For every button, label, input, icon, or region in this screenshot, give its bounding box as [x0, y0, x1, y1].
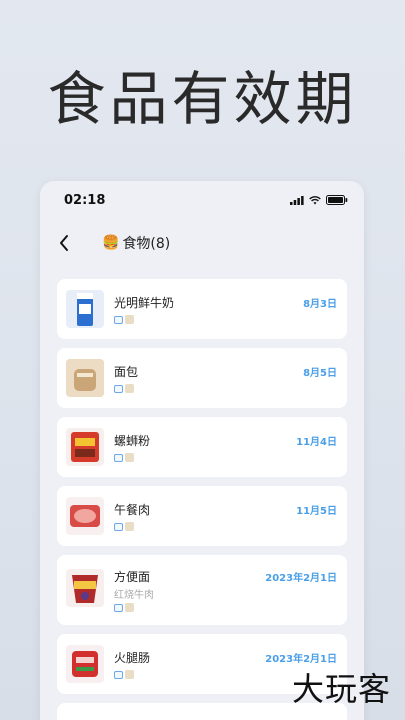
folder-icon — [114, 603, 123, 612]
expiry-date: 8月3日 — [303, 299, 337, 310]
category-icon — [125, 603, 134, 612]
food-name: 火腿肠 — [114, 651, 151, 665]
expiry-date: 11月5日 — [296, 506, 337, 517]
expiry-date: 8月5日 — [303, 368, 337, 379]
category-icon — [125, 670, 134, 679]
food-tags — [114, 384, 134, 393]
food-name: 方便面 — [114, 570, 151, 584]
folder-icon — [114, 453, 123, 462]
food-name: 螺蛳粉 — [114, 434, 151, 448]
food-tags — [114, 603, 134, 612]
instant-noodles-thumbnail — [66, 569, 104, 607]
status-time: 02:18 — [64, 192, 106, 208]
chevron-left-icon — [60, 235, 68, 251]
food-card-milk[interactable]: 光明鲜牛奶 8月3日 — [57, 279, 347, 339]
nav-bar: 🍔 食物(8) — [40, 225, 364, 261]
category-icon — [125, 453, 134, 462]
milk-thumbnail — [66, 290, 104, 328]
category-icon — [125, 315, 134, 324]
food-card-luncheon-meat[interactable]: 午餐肉 11月5日 — [57, 486, 347, 546]
food-card-instant-noodles[interactable]: 方便面 红烧牛肉 2023年2月1日 — [57, 555, 347, 625]
category-icon — [125, 384, 134, 393]
folder-icon — [114, 384, 123, 393]
food-tags — [114, 522, 134, 531]
battery-icon — [326, 195, 348, 205]
folder-icon — [114, 670, 123, 679]
food-subtitle: 红烧牛肉 — [114, 590, 154, 601]
ham-sausage-thumbnail — [66, 645, 104, 683]
watermark-logo: 大玩客 — [291, 670, 391, 708]
food-name: 光明鲜牛奶 — [114, 296, 175, 310]
page-title: 🍔 食物(8) — [102, 233, 170, 253]
expiry-date: 2023年2月1日 — [265, 654, 337, 665]
page-title-text: 食物(8) — [122, 236, 171, 252]
phone-screen: 02:18 � — [40, 181, 364, 720]
folder-icon — [114, 522, 123, 531]
signal-icon — [290, 195, 304, 205]
luosifen-thumbnail — [66, 428, 104, 466]
back-button[interactable] — [52, 231, 76, 255]
food-card-luosifen[interactable]: 螺蛳粉 11月4日 — [57, 417, 347, 477]
wifi-icon — [309, 195, 321, 204]
expiry-date: 11月4日 — [296, 437, 337, 448]
burger-icon: 🍔 — [102, 235, 120, 251]
food-name: 面包 — [114, 365, 139, 379]
food-tags — [114, 453, 134, 462]
luncheon-meat-thumbnail — [66, 497, 104, 535]
status-bar: 02:18 — [40, 181, 364, 219]
bread-thumbnail — [66, 359, 104, 397]
status-icons — [290, 195, 348, 205]
expiry-date: 2023年2月1日 — [265, 573, 337, 584]
food-tags — [114, 315, 134, 324]
folder-icon — [114, 315, 123, 324]
food-name: 午餐肉 — [114, 503, 151, 517]
page-headline: 食品有效期 — [47, 65, 358, 133]
food-card-bread[interactable]: 面包 8月5日 — [57, 348, 347, 408]
category-icon — [125, 522, 134, 531]
food-tags — [114, 670, 134, 679]
